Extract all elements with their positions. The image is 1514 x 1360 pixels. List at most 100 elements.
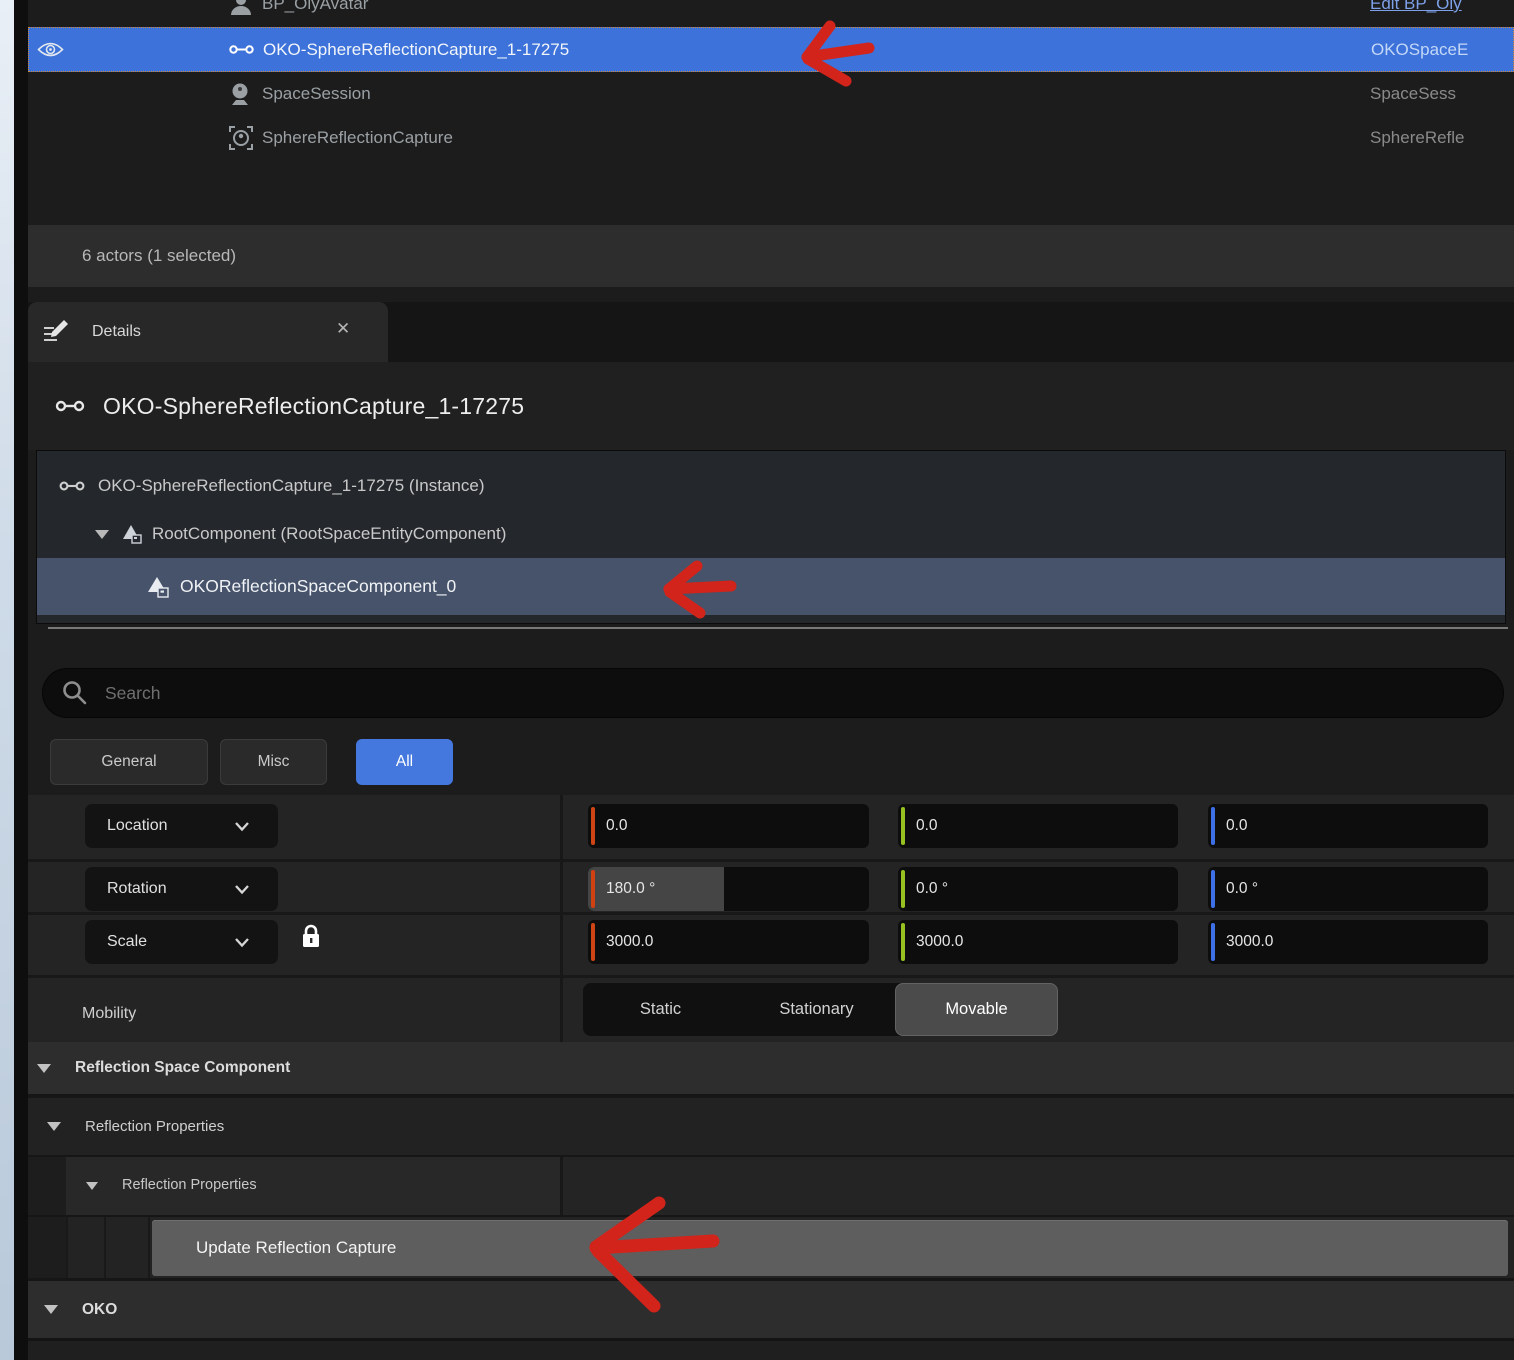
rotation-z-value: 0.0 ° <box>1226 867 1258 911</box>
x-axis-color-bar <box>591 870 595 908</box>
location-dropdown-button[interactable]: Location <box>85 804 278 848</box>
rotation-label: Rotation <box>107 880 167 898</box>
location-z-value: 0.0 <box>1226 804 1248 848</box>
expander-arrow-icon[interactable] <box>37 1064 51 1073</box>
z-axis-color-bar <box>1211 923 1215 961</box>
scale-label: Scale <box>107 933 147 951</box>
indent-divider <box>104 1217 106 1278</box>
instance-link-icon <box>59 479 85 493</box>
section-label: Reflection Properties <box>85 1118 224 1135</box>
update-reflection-capture-button[interactable]: Update Reflection Capture <box>152 1220 1508 1276</box>
location-z-field[interactable]: 0.0 <box>1208 804 1488 848</box>
mobility-option-label: Stationary <box>779 1000 853 1019</box>
subsection-label: Reflection Properties <box>122 1177 257 1193</box>
scale-x-value: 3000.0 <box>606 920 653 964</box>
panel-divider <box>48 627 1508 629</box>
close-icon[interactable]: ✕ <box>336 320 350 337</box>
rotation-x-field[interactable]: 180.0 ° <box>588 867 869 911</box>
visibility-eye-icon[interactable] <box>37 40 77 59</box>
edit-blueprint-link[interactable]: Edit BP_Oly <box>1370 0 1462 14</box>
location-x-field[interactable]: 0.0 <box>588 804 869 848</box>
y-axis-color-bar <box>901 870 905 908</box>
rotation-dropdown-button[interactable]: Rotation <box>85 867 278 911</box>
outliner-row-oko-spherereflectioncapture[interactable]: OKO-SphereReflectionCapture_1-17275 OKOS… <box>28 27 1514 72</box>
expander-arrow-icon[interactable] <box>86 1182 98 1190</box>
mobility-option-stationary[interactable]: Stationary <box>738 983 895 1036</box>
details-icon <box>40 318 70 346</box>
location-label: Location <box>107 817 168 835</box>
row-divider <box>28 859 1514 862</box>
section-label: OKO <box>82 1301 117 1319</box>
location-y-field[interactable]: 0.0 <box>898 804 1178 848</box>
actor-type: SpaceSess <box>1370 84 1456 104</box>
section-label: Reflection Space Component <box>75 1059 290 1077</box>
actor-name: SphereReflectionCapture <box>262 128 453 148</box>
mobility-label: Mobility <box>82 1005 136 1023</box>
filter-button-misc[interactable]: Misc <box>220 739 327 785</box>
z-axis-color-bar <box>1211 870 1215 908</box>
actor-name: BP_OlyAvatar <box>262 0 368 14</box>
filter-label: General <box>101 753 156 771</box>
expander-arrow-icon[interactable] <box>95 530 109 539</box>
subsection-row-reflection-properties[interactable]: Reflection Properties <box>28 1157 1514 1215</box>
component-row-instance[interactable]: OKO-SphereReflectionCapture_1-17275 (Ins… <box>37 462 1505 510</box>
outliner-row-bp-olyavatar[interactable]: BP_OlyAvatar Edit BP_Oly <box>28 0 1514 26</box>
rotation-y-value: 0.0 ° <box>916 867 948 911</box>
indent-divider <box>66 1217 68 1278</box>
details-search-bar[interactable] <box>42 668 1504 718</box>
tab-label: Details <box>92 323 141 341</box>
row-divider <box>28 912 1514 915</box>
instance-link-icon <box>229 43 263 56</box>
component-label: OKO-SphereReflectionCapture_1-17275 (Ins… <box>98 476 485 496</box>
outliner-row-spherereflectioncapture[interactable]: SphereReflectionCapture SphereRefle <box>28 116 1514 160</box>
instance-link-icon <box>55 398 85 414</box>
filter-label: All <box>396 753 413 771</box>
chevron-down-icon <box>234 937 250 948</box>
chevron-down-icon <box>234 821 250 832</box>
expander-arrow-icon[interactable] <box>44 1305 58 1314</box>
section-header-reflection-properties[interactable]: Reflection Properties <box>28 1098 1514 1155</box>
mobility-option-label: Static <box>640 1000 681 1019</box>
location-x-value: 0.0 <box>606 804 628 848</box>
session-camera-icon <box>228 81 262 107</box>
lock-icon[interactable] <box>300 923 322 949</box>
scale-z-field[interactable]: 3000.0 <box>1208 920 1488 964</box>
scale-x-field[interactable]: 3000.0 <box>588 920 869 964</box>
section-header-oko[interactable]: OKO <box>28 1281 1514 1338</box>
actor-name: SpaceSession <box>262 84 371 104</box>
search-input[interactable] <box>103 682 1307 705</box>
outliner-status-bar: 6 actors (1 selected) <box>28 225 1514 287</box>
rotation-y-field[interactable]: 0.0 ° <box>898 867 1178 911</box>
component-row-okoreflectionspacecomponent[interactable]: OKOReflectionSpaceComponent_0 <box>37 558 1505 615</box>
chevron-down-icon <box>234 884 250 895</box>
scale-dropdown-button[interactable]: Scale <box>85 920 278 964</box>
selected-actor-title: OKO-SphereReflectionCapture_1-17275 <box>103 393 524 420</box>
actor-type: SphereRefle <box>1370 128 1465 148</box>
tab-details[interactable]: Details ✕ <box>28 302 388 362</box>
x-axis-color-bar <box>591 923 595 961</box>
filter-button-all[interactable]: All <box>356 739 453 785</box>
indent-rail <box>28 1157 66 1215</box>
location-y-value: 0.0 <box>916 804 938 848</box>
component-row-rootcomponent[interactable]: RootComponent (RootSpaceEntityComponent) <box>37 510 1505 558</box>
filter-label: Misc <box>258 753 290 771</box>
rotation-z-field[interactable]: 0.0 ° <box>1208 867 1488 911</box>
mobility-option-movable[interactable]: Movable <box>895 983 1058 1036</box>
mobility-segmented-control: Static Stationary Movable <box>583 983 1058 1036</box>
scale-y-field[interactable]: 3000.0 <box>898 920 1178 964</box>
component-label: OKOReflectionSpaceComponent_0 <box>180 576 456 597</box>
person-icon <box>228 0 262 17</box>
panel-left-border <box>14 0 28 1360</box>
bottom-filler <box>28 1341 1514 1360</box>
mobility-option-static[interactable]: Static <box>583 983 738 1036</box>
row-divider <box>28 975 1514 978</box>
details-header: OKO-SphereReflectionCapture_1-17275 <box>28 362 1514 450</box>
filter-button-general[interactable]: General <box>50 739 208 785</box>
scene-component-icon <box>121 524 143 544</box>
section-header-reflection-space-component[interactable]: Reflection Space Component <box>28 1042 1514 1094</box>
y-axis-color-bar <box>901 923 905 961</box>
expander-arrow-icon[interactable] <box>47 1122 61 1131</box>
outliner-row-spacesession[interactable]: SpaceSession SpaceSess <box>28 72 1514 116</box>
z-axis-color-bar <box>1211 807 1215 845</box>
desktop-edge <box>0 0 14 1360</box>
